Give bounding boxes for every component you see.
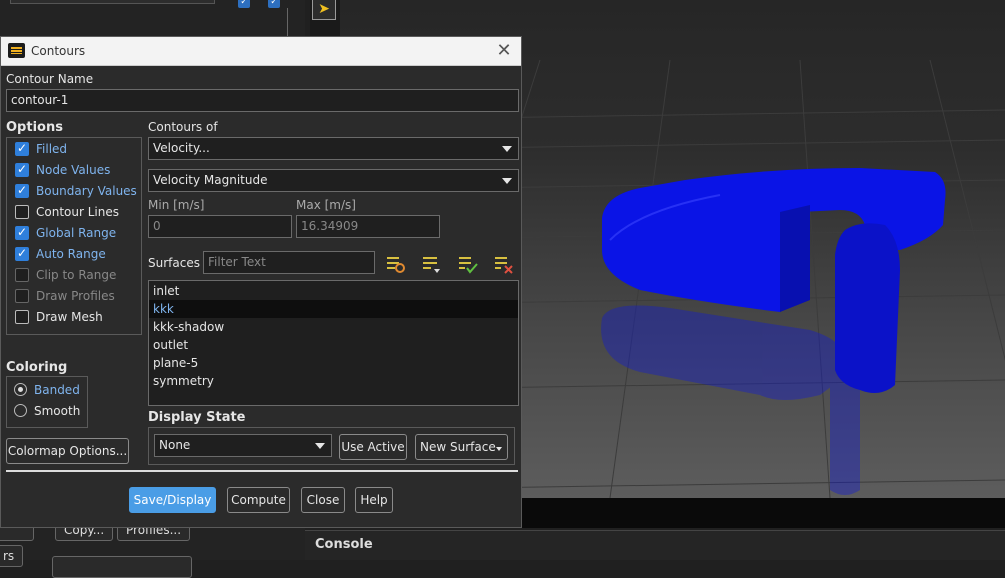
list-item[interactable]: symmetry (149, 372, 518, 390)
checkbox-icon (15, 225, 29, 240)
options-group: Filled Node Values Boundary Values Conto… (6, 137, 142, 335)
coloring-group: Banded Smooth (6, 376, 88, 428)
footer-divider (6, 470, 518, 472)
chevron-down-icon (502, 146, 512, 152)
list-item[interactable]: inlet (149, 282, 518, 300)
coloring-label: Coloring (6, 360, 68, 375)
contour-name-label: Contour Name (6, 72, 94, 86)
checkbox-icon (15, 289, 29, 303)
use-active-button[interactable]: Use Active (339, 434, 407, 460)
display-state-label: Display State (148, 410, 246, 425)
checkbox-icon (15, 162, 29, 177)
save-display-button[interactable]: Save/Display (129, 487, 216, 513)
list-item[interactable]: kkk (149, 300, 518, 318)
dialog-titlebar[interactable]: Contours ✕ (1, 37, 521, 66)
background-checkbox[interactable]: ✓ (268, 0, 280, 8)
colormap-options-button[interactable]: Colormap Options... (6, 438, 129, 464)
console-title: Console (315, 537, 373, 552)
divider (287, 8, 288, 38)
contours-sub-value: Velocity Magnitude (153, 173, 268, 187)
max-input[interactable]: 16.34909 (296, 215, 440, 238)
list-item[interactable]: kkk-shadow (149, 318, 518, 336)
checkbox-icon (15, 205, 29, 219)
option-label: Global Range (36, 226, 117, 240)
background-field (10, 0, 215, 4)
checkbox-icon (15, 268, 29, 282)
fluent-logo-icon (8, 43, 25, 58)
new-surface-label: New Surface (420, 440, 496, 454)
option-label: Draw Mesh (36, 310, 103, 324)
radio-icon (14, 383, 27, 396)
close-button[interactable]: Close (301, 487, 345, 513)
pointer-tool-icon[interactable]: ➤ (312, 0, 336, 20)
surfaces-label: Surfaces (148, 256, 200, 270)
option-label: Auto Range (36, 247, 106, 261)
contours-of-label: Contours of (148, 120, 218, 134)
background-checkbox[interactable]: ✓ (238, 0, 250, 8)
min-input[interactable]: 0 (148, 215, 292, 238)
background-button-3[interactable] (52, 556, 192, 578)
contours-sub-dropdown[interactable]: Velocity Magnitude (148, 169, 519, 192)
radio-icon (14, 404, 27, 417)
chevron-down-icon (315, 443, 325, 449)
surfaces-list[interactable]: inlet kkk kkk-shadow outlet plane-5 symm… (148, 280, 519, 406)
background-button[interactable]: rs (0, 545, 24, 567)
radio-label: Smooth (34, 404, 81, 418)
chevron-down-icon (496, 447, 502, 451)
chevron-down-icon (502, 178, 512, 184)
contours-dialog: Contours ✕ Contour Name contour-1 Option… (0, 36, 522, 528)
checkbox-icon (15, 183, 29, 198)
checkbox-icon (15, 246, 29, 261)
option-label: Draw Profiles (36, 289, 115, 303)
select-all-icon[interactable] (457, 253, 479, 275)
close-icon[interactable]: ✕ (493, 40, 515, 62)
filter-text-input[interactable]: Filter Text (203, 251, 375, 274)
options-label: Options (6, 120, 63, 135)
option-label: Boundary Values (36, 184, 137, 198)
new-surface-button[interactable]: New Surface (415, 434, 508, 460)
dialog-title: Contours (31, 44, 86, 58)
console-panel[interactable]: Console (305, 530, 1005, 560)
list-item[interactable]: outlet (149, 336, 518, 354)
contours-of-dropdown[interactable]: Velocity... (148, 137, 519, 160)
group-surfaces-icon[interactable] (421, 253, 443, 275)
checkbox-icon (15, 310, 29, 324)
option-label: Filled (36, 142, 68, 156)
contours-of-value: Velocity... (153, 141, 210, 155)
help-button[interactable]: Help (355, 487, 393, 513)
option-label: Contour Lines (36, 205, 119, 219)
display-state-value: None (159, 438, 191, 452)
min-label: Min [m/s] (148, 198, 205, 212)
radio-label: Banded (34, 383, 80, 397)
compute-button[interactable]: Compute (227, 487, 290, 513)
contour-name-input[interactable]: contour-1 (6, 89, 519, 112)
deselect-all-icon[interactable] (493, 253, 515, 275)
max-label: Max [m/s] (296, 198, 356, 212)
option-label: Node Values (36, 163, 111, 177)
display-state-dropdown[interactable]: None (154, 434, 332, 457)
select-surfaces-icon[interactable] (385, 253, 407, 275)
list-item[interactable]: plane-5 (149, 354, 518, 372)
option-label: Clip to Range (36, 268, 117, 282)
checkbox-icon (15, 141, 29, 156)
